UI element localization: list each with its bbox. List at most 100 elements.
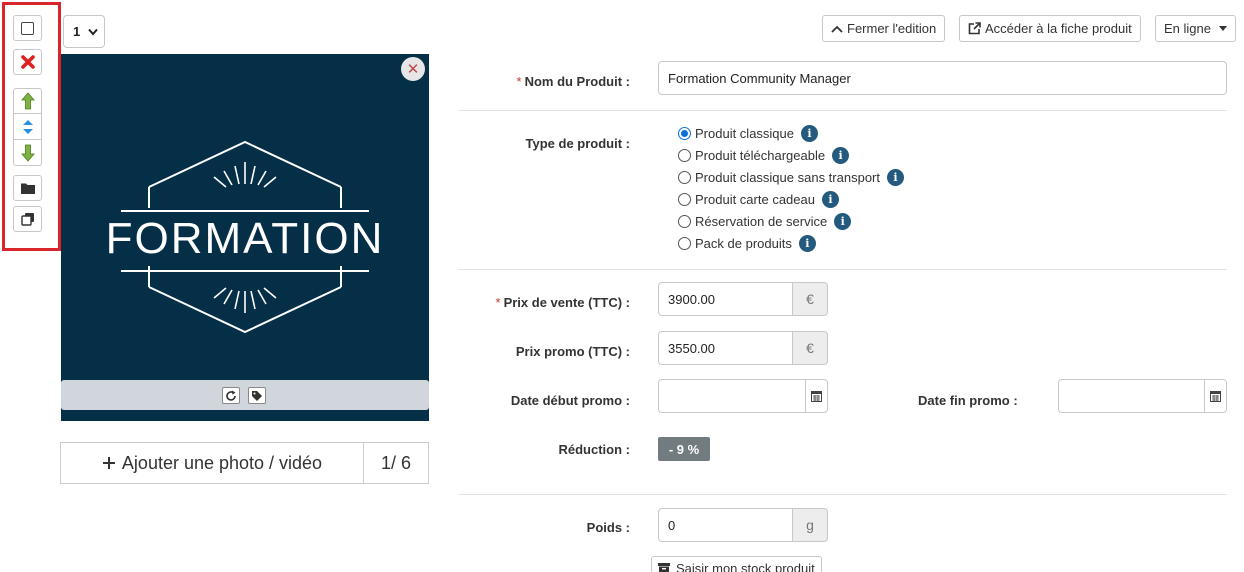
type-option-label: Produit classique sans transport <box>695 170 880 185</box>
add-photo-button[interactable]: Ajouter une photo / vidéo <box>61 443 364 483</box>
weight-input-group: 0 g <box>658 508 828 542</box>
promo-start-input[interactable] <box>658 379 805 413</box>
promo-input-group: 3550.00 € <box>658 331 828 365</box>
add-photo-label: Ajouter une photo / vidéo <box>121 452 323 473</box>
price-input[interactable]: 3900.00 <box>658 282 792 316</box>
type-option-label: Produit classique <box>695 126 794 141</box>
radio-button[interactable] <box>678 215 691 228</box>
move-down-button[interactable] <box>13 140 42 166</box>
move-up-icon <box>20 92 35 110</box>
type-option[interactable]: Produit classique sans transport i <box>678 169 904 186</box>
calendar-icon <box>811 391 822 402</box>
promo-start-label: Date début promo : <box>510 393 630 408</box>
type-option[interactable]: Produit classique i <box>678 125 818 142</box>
remove-image-button[interactable]: ✕ <box>401 57 425 81</box>
tag-button[interactable] <box>248 387 266 404</box>
divider <box>459 269 1227 270</box>
stock-button[interactable]: Saisir mon stock produit <box>651 556 822 572</box>
divider <box>459 494 1227 495</box>
info-icon[interactable]: i <box>832 147 850 164</box>
promo-end-group <box>1058 379 1227 413</box>
info-icon[interactable]: i <box>821 191 839 208</box>
open-product-label: Accéder à la fiche produit <box>985 21 1132 36</box>
info-icon[interactable]: i <box>801 125 818 142</box>
external-link-icon <box>968 22 981 35</box>
delete-button[interactable] <box>13 49 42 75</box>
promo-price-input[interactable]: 3550.00 <box>658 331 792 365</box>
folder-button[interactable] <box>13 175 42 201</box>
currency-addon: € <box>792 282 828 316</box>
weight-value: 0 <box>668 517 676 533</box>
type-option-label: Pack de produits <box>695 236 792 251</box>
radio-button[interactable] <box>678 237 691 250</box>
product-name-input[interactable]: Formation Community Manager <box>658 61 1227 95</box>
rotate-icon <box>226 390 236 401</box>
divider <box>459 110 1227 111</box>
price-value: 3900.00 <box>668 291 715 307</box>
product-type-label: Type de produit : <box>525 136 630 151</box>
move-up-button[interactable] <box>13 88 42 114</box>
promo-end-input[interactable] <box>1058 379 1204 413</box>
type-option[interactable]: Pack de produits i <box>678 235 816 252</box>
open-product-button[interactable]: Accéder à la fiche produit <box>959 15 1141 42</box>
reduction-badge: - 9 % <box>658 437 710 461</box>
info-icon[interactable]: i <box>886 169 904 186</box>
radio-button[interactable] <box>678 193 691 206</box>
required-marker: * <box>495 295 501 310</box>
duplicate-button[interactable] <box>13 206 42 232</box>
product-name-label: * Nom du Produit : <box>516 74 631 89</box>
move-button[interactable] <box>13 114 42 140</box>
caret-down-icon <box>1218 26 1227 31</box>
formation-logo: FORMATION <box>106 140 385 334</box>
close-icon: ✕ <box>406 61 420 78</box>
move-icon <box>22 119 33 134</box>
reduction-label: Réduction : <box>558 442 631 457</box>
rotate-button[interactable] <box>222 387 240 404</box>
close-edit-button[interactable]: Fermer l'edition <box>822 15 946 42</box>
archive-icon <box>658 562 670 572</box>
select-checkbox[interactable] <box>13 15 42 41</box>
product-name-value: Formation Community Manager <box>668 70 851 86</box>
type-option-label: Réservation de service <box>695 214 828 229</box>
type-option[interactable]: Produit téléchargeable i <box>678 147 850 164</box>
calendar-icon <box>1210 391 1221 402</box>
add-photo-section: Ajouter une photo / vidéo 1/ 6 <box>60 442 429 484</box>
type-option[interactable]: Réservation de service i <box>678 213 852 230</box>
required-marker: * <box>516 74 522 89</box>
calendar-button[interactable] <box>805 379 828 413</box>
promo-price-label: Prix promo (TTC) : <box>515 344 630 359</box>
type-option-label: Produit téléchargeable <box>695 148 826 163</box>
chevron-down-icon <box>88 28 98 36</box>
type-option[interactable]: Produit carte cadeau i <box>678 191 839 208</box>
chevron-up-icon <box>831 25 843 33</box>
delete-icon <box>20 55 35 69</box>
folder-icon <box>20 183 35 194</box>
photo-count: 1/ 6 <box>380 452 412 473</box>
status-dropdown[interactable]: En ligne <box>1155 15 1236 42</box>
price-input-group: 3900.00 € <box>658 282 828 316</box>
checkbox-icon <box>21 21 34 35</box>
currency-addon: € <box>792 331 828 365</box>
calendar-button[interactable] <box>1204 379 1227 413</box>
radio-button[interactable] <box>678 149 691 162</box>
weight-unit-addon: g <box>792 508 828 542</box>
status-label: En ligne <box>1164 21 1211 36</box>
promo-price-value: 3550.00 <box>668 340 715 356</box>
tag-icon <box>252 390 262 401</box>
plus-icon <box>102 457 115 469</box>
image-action-bar <box>61 380 429 410</box>
image-page-select[interactable]: 1 <box>63 15 105 48</box>
promo-end-label: Date fin promo : <box>918 393 1018 408</box>
radio-button[interactable] <box>678 127 691 140</box>
image-page-value: 1 <box>73 24 81 39</box>
type-option-label: Produit carte cadeau <box>695 192 815 207</box>
promo-start-group <box>658 379 828 413</box>
duplicate-icon <box>20 213 34 226</box>
image-text: FORMATION <box>106 214 385 263</box>
move-down-icon <box>20 144 35 162</box>
info-icon[interactable]: i <box>798 235 816 252</box>
radio-button[interactable] <box>678 171 691 184</box>
stock-button-label: Saisir mon stock produit <box>676 560 815 572</box>
info-icon[interactable]: i <box>834 213 852 230</box>
weight-input[interactable]: 0 <box>658 508 792 542</box>
